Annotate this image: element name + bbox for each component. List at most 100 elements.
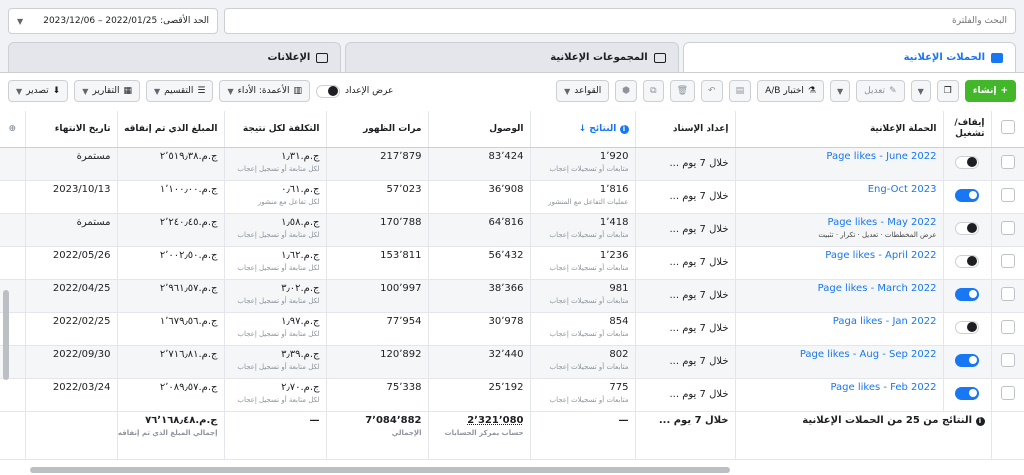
vertical-scrollbar[interactable] (3, 290, 9, 380)
select-all-checkbox[interactable] (1000, 120, 1015, 135)
cost-sub: لكل متابعة أو تسجيل إعجاب (237, 329, 320, 338)
table-row[interactable]: Page likes - Feb 2022 خلال 7 يوم ... 775… (0, 378, 1024, 412)
impressions-cell: 57٬023 (326, 180, 429, 214)
row-checkbox[interactable] (1000, 386, 1015, 400)
end-date-cell: مستمرة (25, 147, 118, 181)
preview-button[interactable]: ⧉ (643, 80, 664, 102)
results-cell: 775 متابعات أو تسجيلات إعجاب (530, 378, 636, 412)
totals-reach-value: 2٬321٬080 (467, 414, 524, 426)
campaign-name-link[interactable]: Page likes - May 2022 (827, 217, 936, 228)
campaign-name-link[interactable]: Eng-Oct 2023 (868, 184, 937, 195)
campaign-name-link[interactable]: Page likes - March 2022 (818, 283, 937, 294)
duplicate-button[interactable]: ❐ (936, 80, 959, 102)
breakdown-button[interactable]: ☰ التقسيم ▼ (145, 80, 214, 102)
campaign-name-link[interactable]: Page likes - April 2022 (825, 250, 936, 261)
row-checkbox[interactable] (1000, 353, 1015, 367)
row-select-cell (991, 147, 1024, 181)
row-select-cell (991, 345, 1024, 379)
header-cost[interactable]: التكلفة لكل نتيجة (224, 111, 327, 148)
header-impressions[interactable]: مرات الظهور (326, 111, 429, 148)
rules-button[interactable]: القواعد ▼ (556, 80, 610, 102)
reports-button[interactable]: ▦ التقارير ▼ (74, 80, 140, 102)
campaign-toggle[interactable] (955, 221, 979, 235)
row-checkbox[interactable] (1000, 221, 1015, 235)
tab-campaigns[interactable]: الحملات الإعلانية (682, 42, 1016, 72)
totals-reach: 2٬321٬080 حساب بمركز الحسابات (428, 410, 531, 460)
campaign-toggle[interactable] (955, 386, 979, 400)
row-action-edit[interactable]: تعديل (862, 231, 878, 239)
row-checkbox[interactable] (1000, 188, 1015, 202)
header-campaign[interactable]: الحملة الإعلانية (735, 111, 944, 148)
header-end[interactable]: تاريخ الانتهاء (25, 111, 118, 148)
campaign-name-link[interactable]: Paga likes - Jan 2022 (833, 316, 937, 327)
table-row[interactable]: Page likes - April 2022 خلال 7 يوم ... 1… (0, 246, 1024, 280)
campaign-name-link[interactable]: Page likes - Aug - Sep 2022 (800, 349, 937, 360)
duplicate-dropdown[interactable]: ▼ (910, 80, 931, 102)
header-settings[interactable]: ⊕ (0, 111, 26, 148)
view-setup-switch[interactable] (316, 84, 341, 98)
cost-sub: لكل متابعة أو تسجيل إعجاب (237, 164, 320, 173)
sort-arrow-icon: ↓ (578, 123, 587, 134)
row-action-duplicate[interactable]: تكرار (840, 231, 855, 239)
results-sub: متابعات أو تسجيلات إعجاب (549, 395, 629, 404)
row-checkbox[interactable] (1000, 155, 1015, 169)
campaign-toggle[interactable] (955, 320, 979, 334)
impressions-cell: 217٬879 (326, 147, 429, 181)
campaign-name-link[interactable]: Page likes - June 2022 (826, 151, 936, 162)
header-reach[interactable]: الوصول (428, 111, 531, 148)
campaign-toggle[interactable] (955, 254, 979, 268)
results-value: 802 (609, 348, 629, 360)
clipboard-button[interactable]: ▤ (728, 80, 752, 102)
row-select-cell (991, 246, 1024, 280)
table-row[interactable]: Page likes - March 2022 خلال 7 يوم ... 9… (0, 279, 1024, 313)
campaign-toggle[interactable] (955, 353, 979, 367)
date-range-picker[interactable]: الحد الأقصى: 2022/01/25 – 2023/12/06 ▼ (8, 8, 218, 34)
ab-test-button[interactable]: ⚗ اختبار A/B (757, 80, 824, 102)
totals-label-cell: i النتائج من 25 من الحملات الإعلانية (735, 410, 992, 460)
attribution-cell: خلال 7 يوم ... (635, 312, 736, 346)
row-checkbox[interactable] (1000, 254, 1015, 268)
table-row[interactable]: Paga likes - Jan 2022 خلال 7 يوم ... 854… (0, 312, 1024, 346)
create-button[interactable]: + إنشاء (964, 80, 1016, 102)
columns-button[interactable]: ▥ الأعمدة: الأداء ▼ (219, 80, 311, 102)
campaign-name-link[interactable]: Page likes - Feb 2022 (830, 382, 936, 393)
search-bar[interactable] (224, 8, 1016, 34)
horizontal-scrollbar[interactable] (30, 467, 730, 473)
row-checkbox[interactable] (1000, 320, 1015, 334)
search-input[interactable] (233, 16, 1007, 26)
table-row[interactable]: Eng-Oct 2023 خلال 7 يوم ... 1٬816 عمليات … (0, 180, 1024, 214)
undo-button[interactable]: ↶ (701, 80, 723, 102)
cost-cell: ج.م.٣٫٠٢ لكل متابعة أو تسجيل إعجاب (224, 279, 327, 313)
tab-label: الحملات الإعلانية (903, 52, 985, 63)
row-checkbox[interactable] (1000, 287, 1015, 301)
header-row: إيقاف/ تشغيل الحملة الإعلانية إعداد الإس… (0, 111, 1024, 148)
end-date-cell: 2023/10/13 (25, 180, 118, 214)
export-button[interactable]: ⬇ تصدير ▼ (8, 80, 69, 102)
impressions-cell: 77٬954 (326, 312, 429, 346)
header-attribution[interactable]: إعداد الإسناد (635, 111, 736, 148)
tab-adsets[interactable]: المجموعات الإعلانية (345, 42, 679, 72)
table-row[interactable]: Page likes - June 2022 خلال 7 يوم ... 1٬… (0, 147, 1024, 181)
delete-button[interactable]: 🗑 (669, 80, 696, 102)
header-results[interactable]: i النتائج ↓ (530, 111, 636, 148)
row-action-pin[interactable]: تثبيت (818, 231, 833, 239)
campaign-toggle[interactable] (955, 287, 979, 301)
edit-button[interactable]: ✎ تعديل (856, 80, 905, 102)
totals-end (25, 410, 118, 460)
header-toggle[interactable]: إيقاف/ تشغيل (943, 111, 992, 148)
table-row[interactable]: Page likes - Aug - Sep 2022 خلال 7 يوم .… (0, 345, 1024, 379)
row-action-charts[interactable]: عرض المخططات (885, 231, 937, 239)
breakdown-label: التقسيم (164, 86, 194, 96)
attribution-cell: خلال 7 يوم ... (635, 345, 736, 379)
preview-icon: ⧉ (650, 86, 657, 96)
campaign-toggle[interactable] (955, 155, 979, 169)
cost-cell: ج.م.١٫٩٧ لكل متابعة أو تسجيل إعجاب (224, 312, 327, 346)
edit-dropdown[interactable]: ▼ (830, 80, 851, 102)
campaign-toggle[interactable] (955, 188, 979, 202)
tag-button[interactable]: ⬢ (615, 80, 638, 102)
header-spent[interactable]: المبلغ الذي تم إنفاقه (117, 111, 225, 148)
ad-icon (316, 52, 329, 63)
table-row[interactable]: Page likes - May 2022 عرض المخططات · تعدي… (0, 213, 1024, 247)
view-setup-toggle[interactable]: عرض الإعداد (316, 84, 393, 98)
tab-ads[interactable]: الإعلانات (8, 42, 342, 72)
